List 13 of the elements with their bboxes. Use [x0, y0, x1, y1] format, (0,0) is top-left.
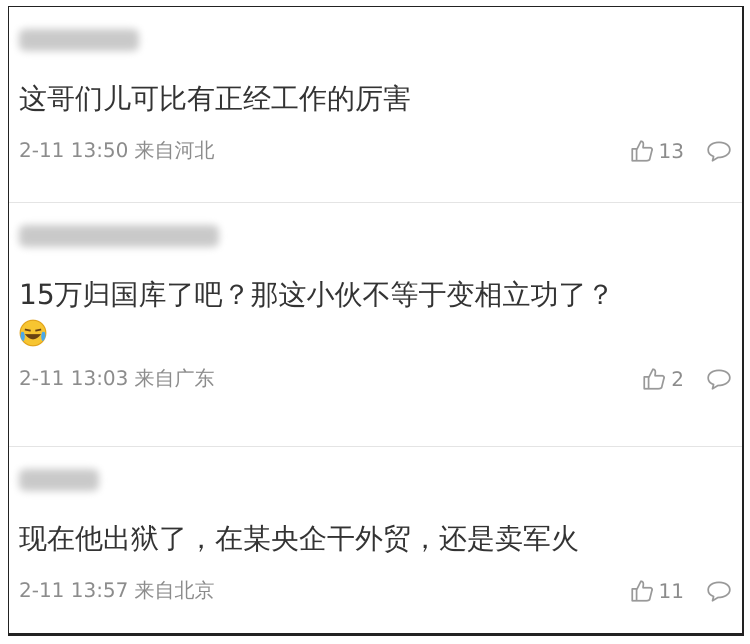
- comment-text: 这哥们儿可比有正经工作的厉害: [19, 82, 411, 115]
- thumbs-up-icon: [628, 138, 655, 164]
- comment-time: 2-11 13:50 来自河北: [19, 137, 215, 164]
- comment-text: 15万归国库了吧？那这小伙不等于变相立功了？: [19, 278, 615, 311]
- laughing-face-icon: [19, 319, 47, 347]
- comment-text: 现在他出狱了，在某央企干外贸，还是卖军火: [19, 522, 579, 555]
- comment-time: 2-11 13:57 来自北京: [19, 577, 215, 604]
- comment-time: 2-11 13:03 来自广东: [19, 365, 215, 392]
- like-button[interactable]: 11: [628, 578, 684, 604]
- thumbs-up-icon: [641, 366, 668, 392]
- like-button[interactable]: 13: [628, 138, 684, 164]
- thumbs-up-icon: [628, 578, 655, 604]
- like-button[interactable]: 2: [641, 366, 684, 392]
